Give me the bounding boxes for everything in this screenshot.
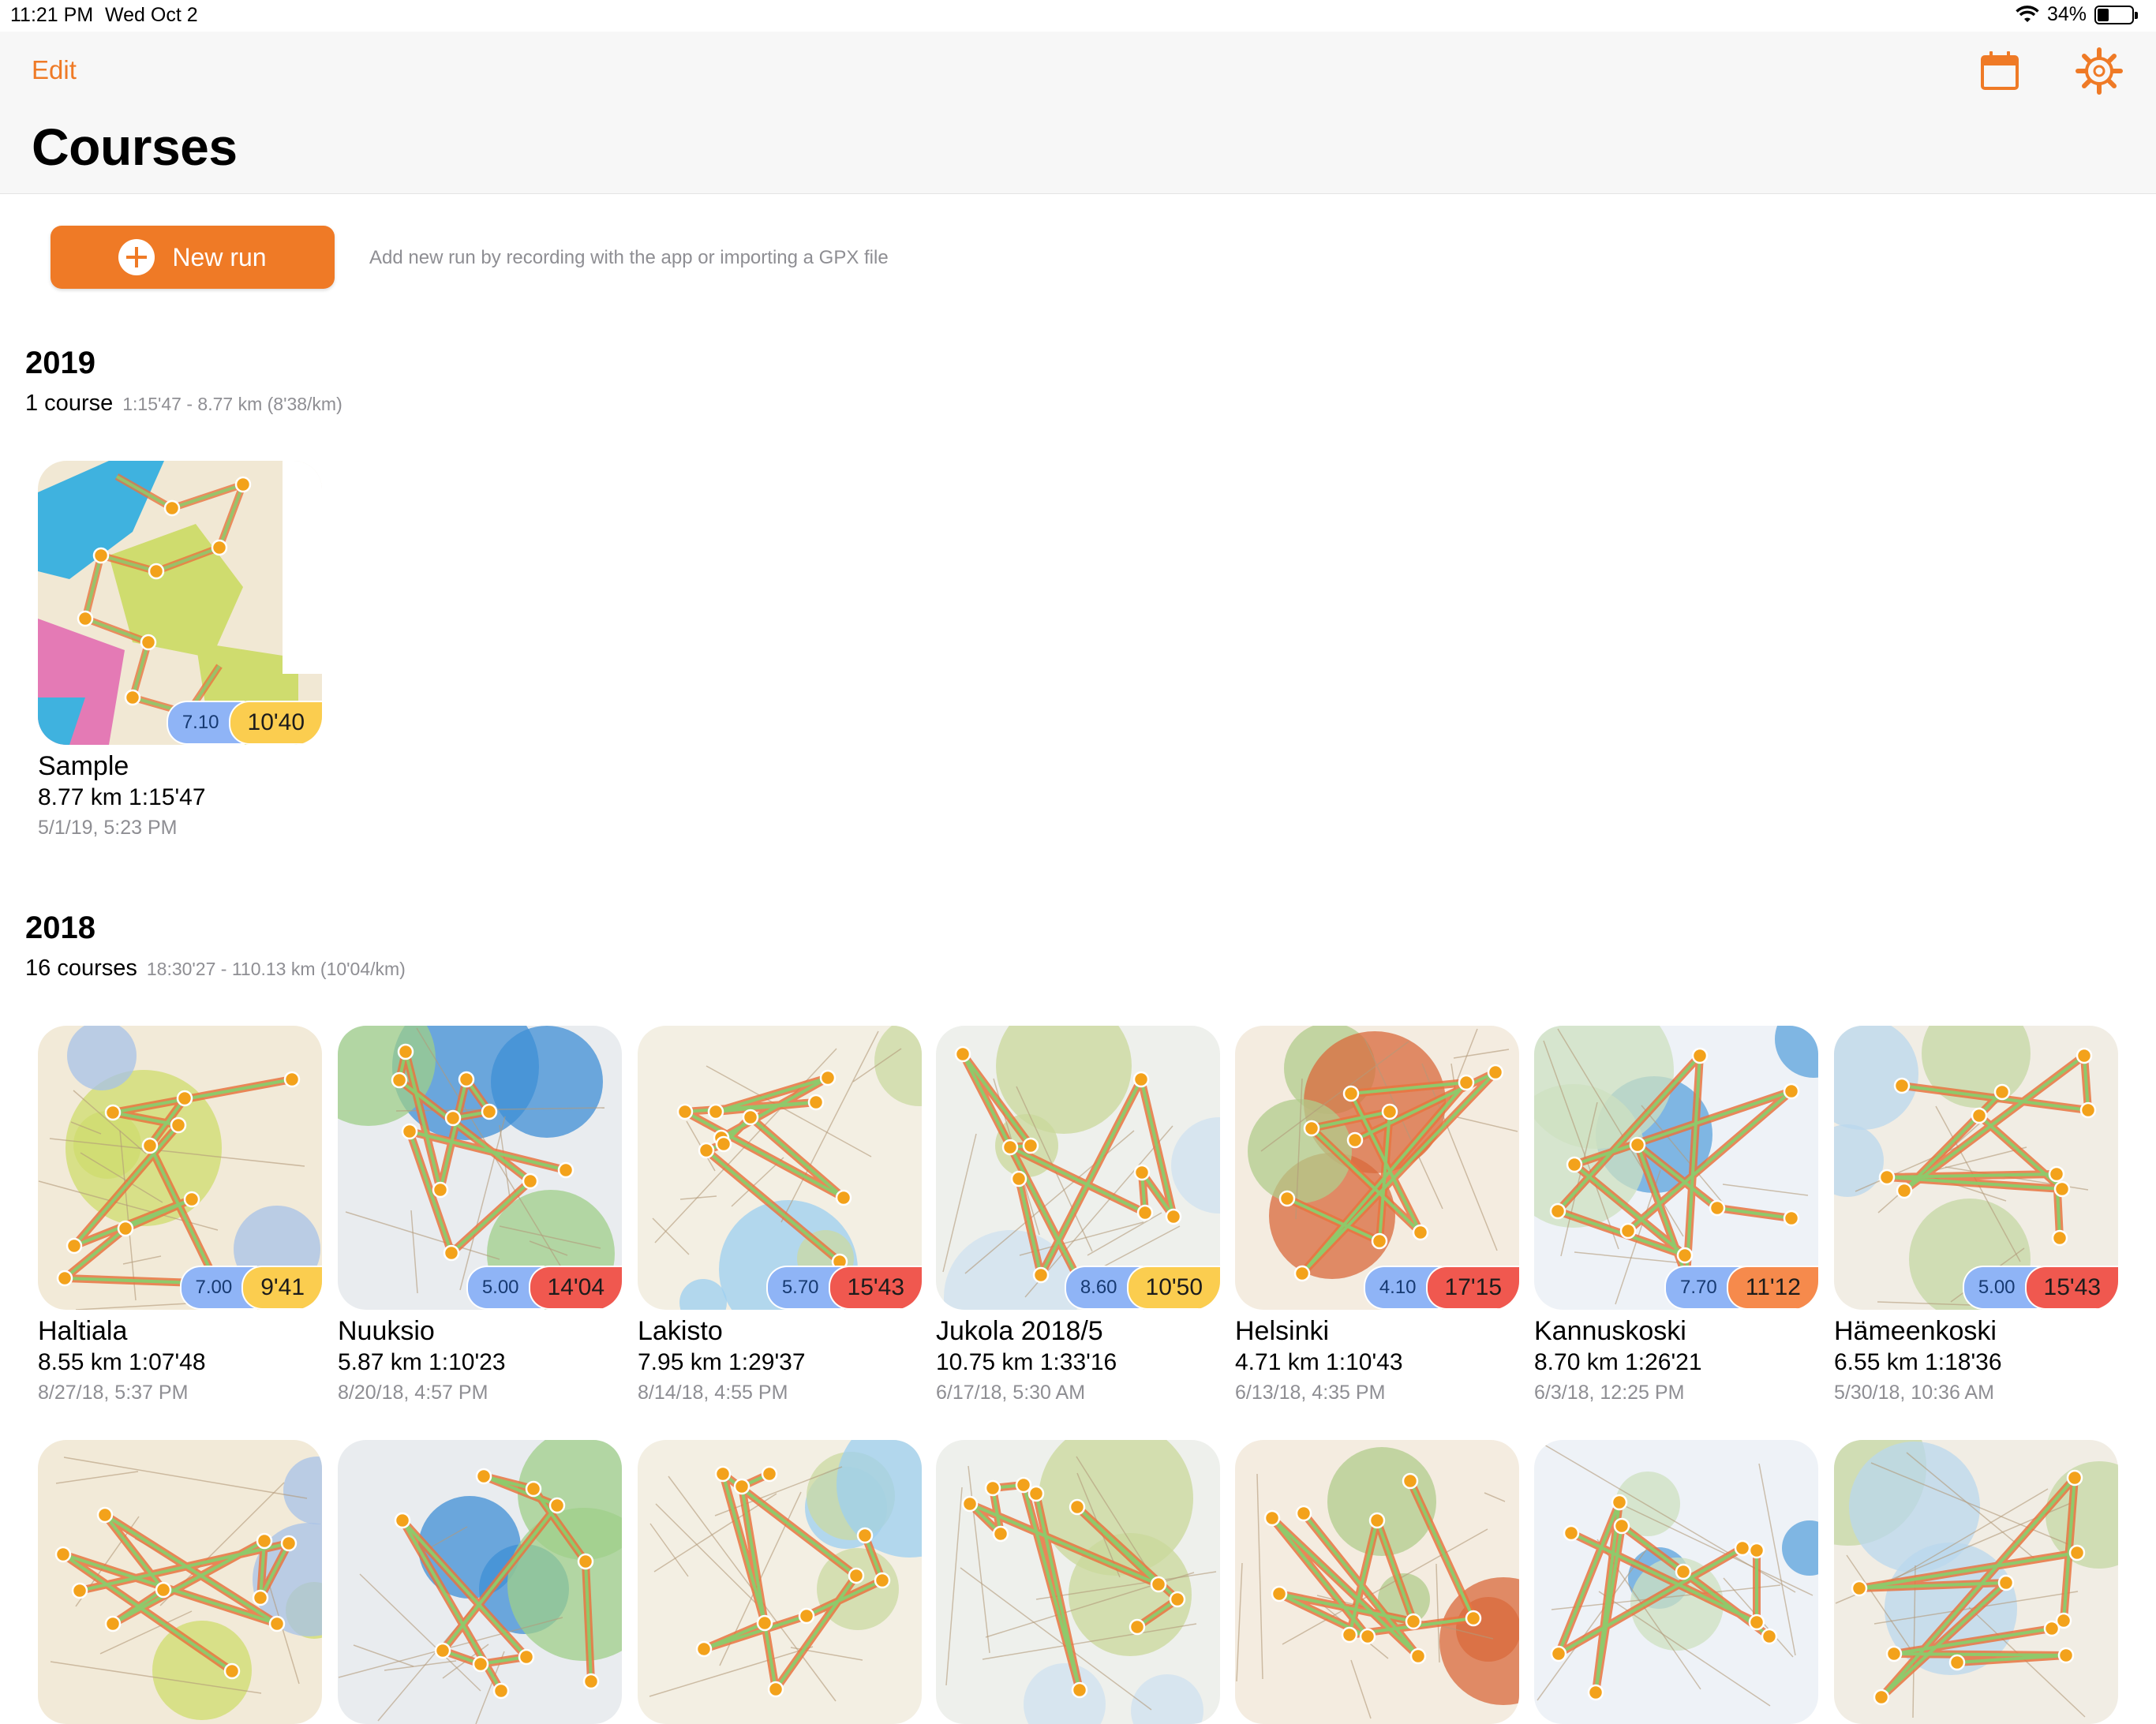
course-map-thumbnail bbox=[936, 1440, 1220, 1724]
badge-group: 7.10 10'40 bbox=[166, 701, 322, 745]
course-count: 1 course bbox=[25, 391, 114, 416]
section-summary-2018: 16 courses 18:30'27 - 110.13 km (10'04/km… bbox=[25, 955, 406, 982]
pace-badge: 10'50 bbox=[1126, 1266, 1220, 1310]
badge-group: 5.00 15'43 bbox=[1962, 1266, 2118, 1310]
course-map-thumbnail bbox=[1534, 1440, 1818, 1724]
section-summary-2019: 1 course 1:15'47 - 8.77 km (8'38/km) bbox=[25, 391, 342, 417]
course-stats: 8.55 km 1:07'48 bbox=[38, 1349, 206, 1375]
course-map-thumbnail: 5.00 14'04 bbox=[338, 1026, 622, 1310]
battery-percent: 34% bbox=[2046, 3, 2087, 25]
new-run-hint: Add new run by recording with the app or… bbox=[369, 247, 889, 268]
course-name: Hämeenkoski bbox=[1834, 1316, 1997, 1346]
pace-badge: 11'12 bbox=[1726, 1266, 1818, 1310]
course-name: Haltiala bbox=[38, 1316, 128, 1346]
section-year-2019: 2019 bbox=[25, 346, 95, 380]
course-name: Lakisto bbox=[638, 1316, 723, 1346]
navigation-bar: Edit Courses bbox=[0, 32, 2156, 194]
course-stats: 4.71 km 1:10'43 bbox=[1235, 1349, 1403, 1375]
section-meta: 1:15'47 - 8.77 km (8'38/km) bbox=[122, 394, 342, 414]
pace-badge: 17'15 bbox=[1425, 1266, 1519, 1310]
course-date: 8/27/18, 5:37 PM bbox=[38, 1382, 189, 1404]
status-indicators: 34% bbox=[2016, 3, 2138, 26]
course-stats: 6.55 km 1:18'36 bbox=[1834, 1349, 2002, 1375]
pace-badge: 9'41 bbox=[241, 1266, 322, 1310]
course-name: Sample bbox=[38, 751, 129, 781]
course-stats: 5.87 km 1:10'23 bbox=[338, 1349, 506, 1375]
course-map-thumbnail bbox=[1834, 1440, 2118, 1724]
badge-group: 5.00 14'04 bbox=[466, 1266, 622, 1310]
section-meta: 18:30'27 - 110.13 km (10'04/km) bbox=[146, 959, 406, 979]
battery-icon bbox=[2094, 5, 2138, 24]
course-date: 5/30/18, 10:36 AM bbox=[1834, 1382, 1994, 1404]
pace-badge: 14'04 bbox=[528, 1266, 622, 1310]
gear-icon[interactable] bbox=[2076, 47, 2123, 95]
course-map-thumbnail: 7.10 10'40 bbox=[38, 461, 322, 745]
calendar-icon[interactable] bbox=[1978, 47, 2025, 95]
plus-circle-icon bbox=[118, 239, 155, 275]
course-stats: 7.95 km 1:29'37 bbox=[638, 1349, 806, 1375]
edit-button[interactable]: Edit bbox=[32, 55, 77, 85]
course-map-thumbnail: 8.60 10'50 bbox=[936, 1026, 1220, 1310]
pace-badge: 10'40 bbox=[228, 701, 322, 745]
course-date: 8/20/18, 4:57 PM bbox=[338, 1382, 488, 1404]
course-name: Jukola 2018/5 bbox=[936, 1316, 1103, 1346]
course-date: 8/14/18, 4:55 PM bbox=[638, 1382, 788, 1404]
badge-group: 4.10 17'15 bbox=[1363, 1266, 1519, 1310]
pace-badge: 15'43 bbox=[828, 1266, 922, 1310]
status-date: Wed Oct 2 bbox=[105, 4, 198, 26]
course-map-thumbnail bbox=[338, 1440, 622, 1724]
course-name: Nuuksio bbox=[338, 1316, 435, 1346]
badge-group: 7.70 11'12 bbox=[1664, 1266, 1818, 1310]
course-map-thumbnail: 7.00 9'41 bbox=[38, 1026, 322, 1310]
course-date: 6/13/18, 4:35 PM bbox=[1235, 1382, 1386, 1404]
course-map-thumbnail bbox=[1235, 1440, 1519, 1724]
course-name: Kannuskoski bbox=[1534, 1316, 1686, 1346]
course-map-thumbnail bbox=[38, 1440, 322, 1724]
course-name: Helsinki bbox=[1235, 1316, 1330, 1346]
new-run-button[interactable]: New run bbox=[51, 226, 335, 289]
course-date: 6/17/18, 5:30 AM bbox=[936, 1382, 1086, 1404]
course-map-thumbnail: 7.70 11'12 bbox=[1534, 1026, 1818, 1310]
course-stats: 10.75 km 1:33'16 bbox=[936, 1349, 1117, 1375]
new-run-label: New run bbox=[172, 242, 267, 271]
badge-group: 8.60 10'50 bbox=[1064, 1266, 1220, 1310]
course-map-thumbnail bbox=[638, 1440, 922, 1724]
section-year-2018: 2018 bbox=[25, 911, 95, 945]
course-map-thumbnail: 4.10 17'15 bbox=[1235, 1026, 1519, 1310]
status-time: 11:21 PM bbox=[10, 4, 94, 26]
course-date: 5/1/19, 5:23 PM bbox=[38, 817, 178, 839]
status-bar: 11:21 PM Wed Oct 2 34% bbox=[0, 0, 2156, 32]
course-stats: 8.70 km 1:26'21 bbox=[1534, 1349, 1702, 1375]
course-stats: 8.77 km 1:15'47 bbox=[38, 784, 206, 810]
battery-level bbox=[2098, 8, 2109, 21]
page-title: Courses bbox=[32, 118, 238, 176]
course-count: 16 courses bbox=[25, 955, 137, 981]
course-map-thumbnail: 5.70 15'43 bbox=[638, 1026, 922, 1310]
wifi-icon bbox=[2016, 5, 2039, 22]
badge-group: 7.00 9'41 bbox=[179, 1266, 322, 1310]
course-map-thumbnail: 5.00 15'43 bbox=[1834, 1026, 2118, 1310]
badge-group: 5.70 15'43 bbox=[765, 1266, 922, 1310]
course-date: 6/3/18, 12:25 PM bbox=[1534, 1382, 1685, 1404]
pace-badge: 15'43 bbox=[2024, 1266, 2118, 1310]
